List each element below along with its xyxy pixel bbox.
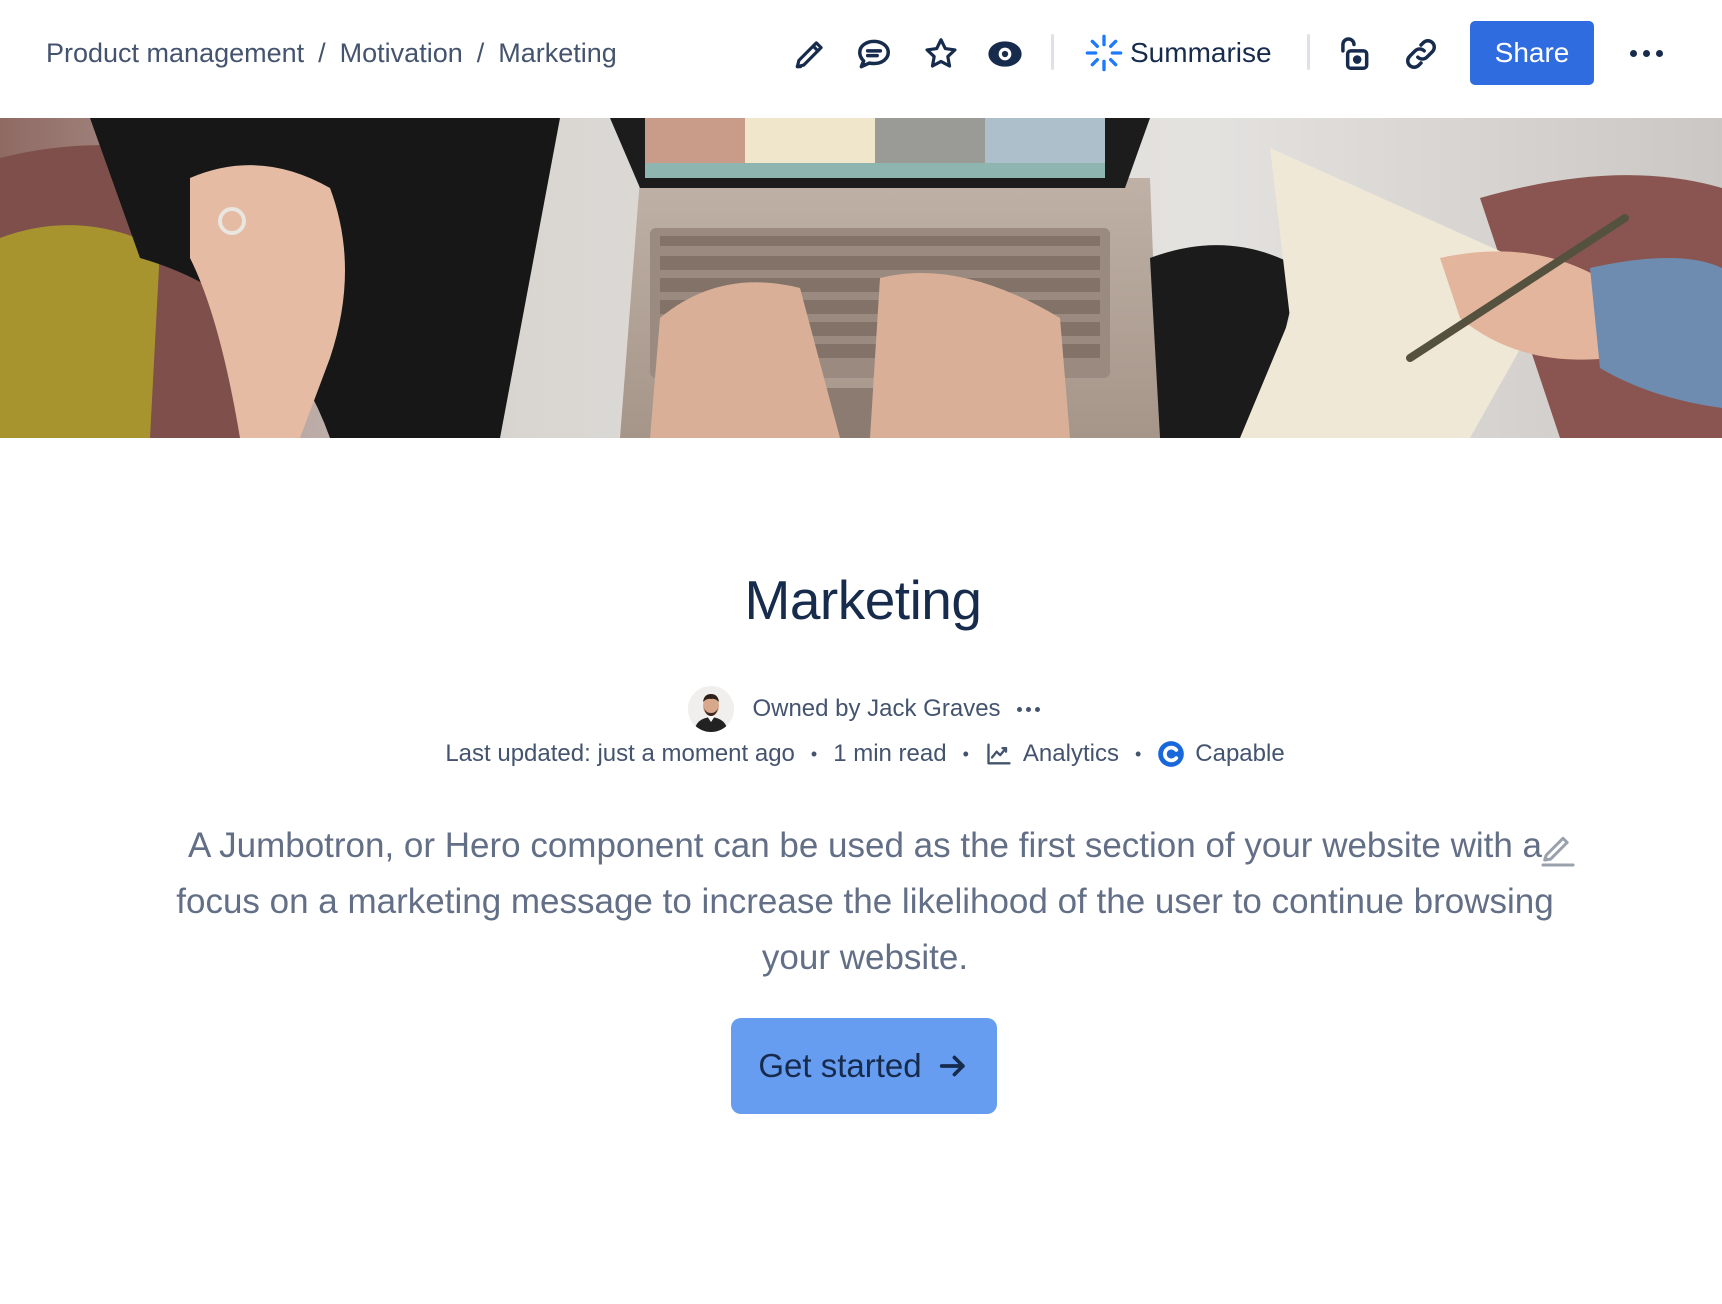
more-horizontal-icon [1627, 49, 1666, 57]
unlock-icon [1341, 37, 1369, 70]
hero-description: A Jumbotron, or Hero component can be us… [176, 826, 1554, 977]
meta-separator: • [1134, 743, 1142, 764]
more-actions-button[interactable] [1624, 36, 1668, 70]
breadcrumb-separator: / [318, 37, 326, 68]
summarise-label: Summarise [1130, 37, 1272, 68]
hero-image [0, 118, 1722, 438]
edit-icon [795, 41, 823, 69]
page-meta: Last updated: just a moment ago • 1 min … [0, 740, 1722, 768]
star-icon [925, 38, 957, 68]
toolbar-divider [1307, 34, 1310, 70]
get-started-button[interactable]: Get started [731, 1018, 997, 1114]
copy-link-button[interactable] [1399, 32, 1443, 76]
avatar[interactable] [688, 686, 735, 732]
analytics-label: Analytics [1022, 740, 1119, 767]
avatar-image [688, 686, 735, 732]
owner-text: Owned by Jack Graves [752, 695, 1001, 722]
star-button[interactable] [919, 32, 963, 76]
watch-icon [988, 41, 1022, 67]
meta-separator: • [962, 743, 969, 764]
analytics-icon [987, 743, 1011, 765]
toolbar-divider [1051, 34, 1054, 70]
hero-photo-illustration [0, 118, 1722, 438]
inline-edit-button[interactable] [1538, 830, 1578, 870]
breadcrumb-item-marketing[interactable]: Marketing [498, 38, 617, 69]
analytics-link[interactable]: Analytics [985, 740, 1119, 768]
page-title: Marketing [744, 569, 982, 631]
pencil-icon [1541, 836, 1575, 867]
sparkle-icon [1085, 34, 1123, 72]
breadcrumb-separator: / [476, 37, 485, 68]
owner-more-button[interactable] [1015, 706, 1042, 712]
last-updated: Last updated: just a moment ago [445, 740, 795, 767]
breadcrumb: Product management / Motivation / Market… [46, 34, 617, 72]
breadcrumb-item-motivation[interactable]: Motivation [340, 38, 463, 69]
share-button[interactable]: Share [1470, 21, 1594, 85]
breadcrumb-item-product-management[interactable]: Product management [46, 38, 304, 69]
read-time: 1 min read [833, 740, 947, 767]
arrow-right-icon [939, 1055, 965, 1077]
capable-label: Capable [1195, 740, 1285, 767]
capable-link[interactable]: Capable [1157, 740, 1285, 768]
summarise-button[interactable]: Summarise [1084, 30, 1272, 76]
get-started-label: Get started [758, 1047, 922, 1084]
watch-button[interactable] [983, 32, 1027, 76]
top-bar: Product management / Motivation / Market… [0, 0, 1722, 118]
restrictions-button[interactable] [1332, 32, 1376, 76]
capable-logo-icon [1158, 741, 1185, 767]
owner-row: Owned by Jack Graves [0, 686, 1722, 732]
comment-icon [858, 39, 890, 69]
link-icon [1406, 39, 1436, 69]
comment-button[interactable] [852, 32, 896, 76]
meta-separator: • [810, 743, 818, 764]
more-horizontal-icon [1015, 706, 1042, 712]
edit-button[interactable] [788, 32, 832, 76]
